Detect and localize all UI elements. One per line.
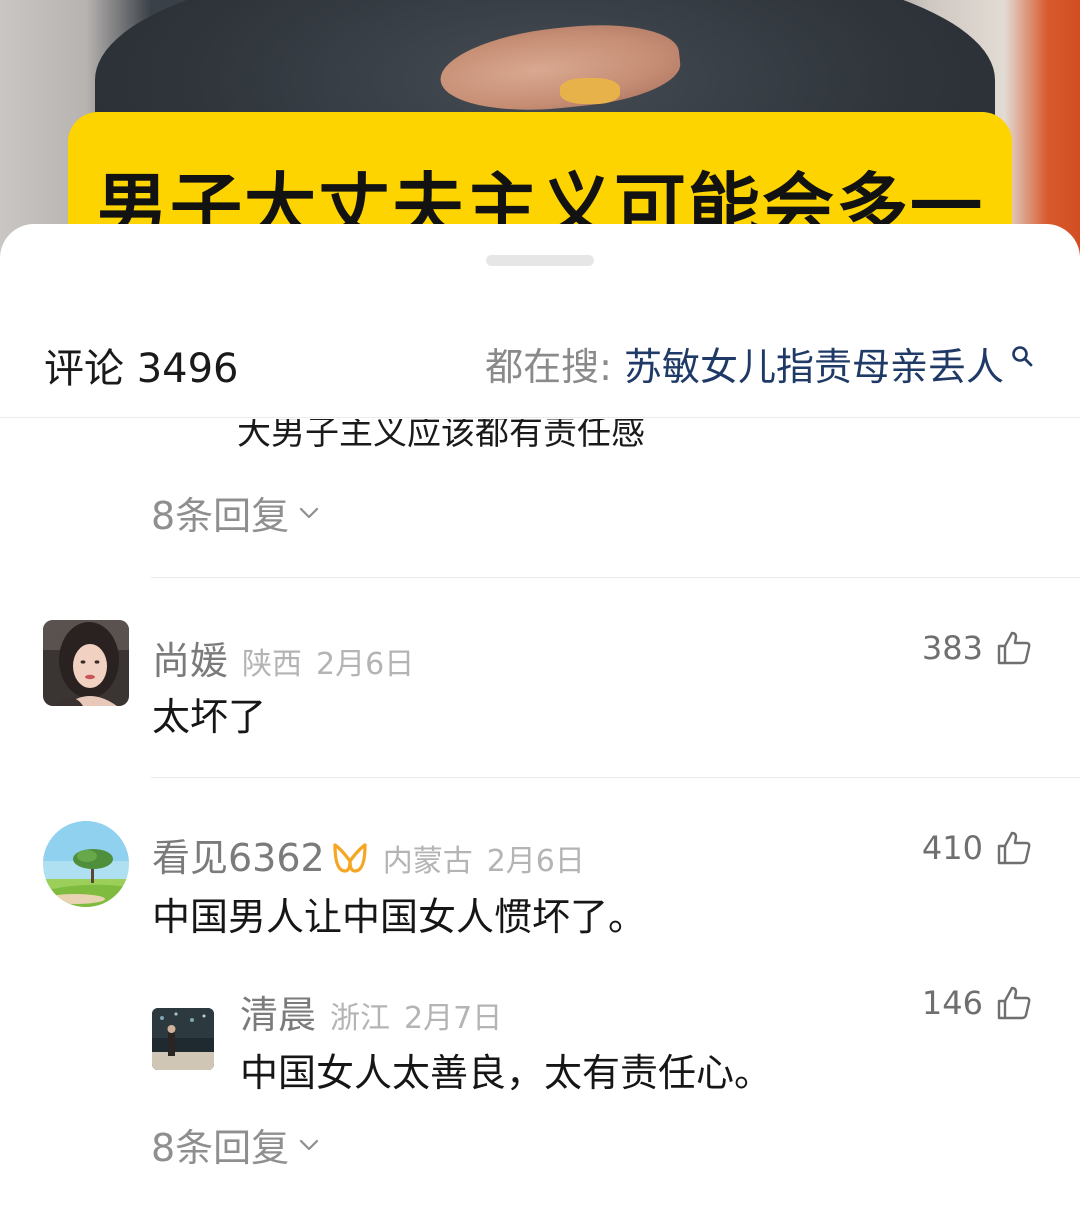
chevron-down-icon bbox=[300, 507, 319, 518]
thumbs-up-icon bbox=[997, 831, 1031, 865]
comment-meta: 尚媛 陕西 2月6日 bbox=[152, 630, 414, 685]
comment-divider bbox=[151, 577, 1080, 578]
replies-label: 8条回复 bbox=[151, 494, 290, 538]
reply-username[interactable]: 清晨 bbox=[240, 984, 316, 1039]
reply-text: 中国女人太善良，太有责任心。 bbox=[240, 1051, 773, 1095]
chevron-down-icon bbox=[300, 1139, 319, 1150]
sheet-drag-handle[interactable] bbox=[486, 255, 594, 266]
search-icon bbox=[1012, 345, 1033, 366]
like-count: 410 bbox=[921, 829, 983, 867]
comment-text: 中国男人让中国女人惯坏了。 bbox=[152, 895, 647, 939]
thumbs-up-icon bbox=[997, 631, 1031, 665]
expand-replies-button[interactable]: 8条回复 bbox=[151, 485, 321, 540]
vip-badge-icon bbox=[333, 843, 367, 873]
avatar[interactable] bbox=[43, 620, 129, 706]
reply-avatar[interactable] bbox=[152, 1008, 214, 1070]
comment-meta: 看见6362 内蒙古 2月6日 bbox=[152, 827, 585, 882]
like-count: 146 bbox=[921, 984, 983, 1022]
thumbs-up-icon bbox=[997, 986, 1031, 1020]
reply-location: 浙江 bbox=[330, 1001, 391, 1036]
comment-location: 内蒙古 bbox=[382, 844, 473, 879]
avatar-image bbox=[152, 1008, 214, 1070]
comment-date: 2月6日 bbox=[486, 844, 585, 879]
comment-divider bbox=[151, 777, 1080, 778]
reply-like-button[interactable]: 146 bbox=[922, 984, 1033, 1022]
like-count: 383 bbox=[921, 629, 983, 667]
avatar-image bbox=[43, 620, 129, 706]
video-background[interactable]: 男子大丈夫主义可能会多一 bbox=[0, 0, 1080, 260]
hot-search-keyword[interactable]: 苏敏女儿指责母亲丢人 bbox=[624, 336, 1004, 391]
video-person-bracelet bbox=[560, 78, 620, 104]
avatar[interactable] bbox=[43, 821, 129, 907]
expand-replies-button[interactable]: 8条回复 bbox=[151, 1117, 321, 1172]
comment-sheet: 评论 3496 都在搜: 苏敏女儿指责母亲丢人 大男子主义应该都有责任感 8条回… bbox=[0, 224, 1080, 1208]
reply-meta: 清晨 浙江 2月7日 bbox=[240, 984, 502, 1039]
like-button[interactable]: 383 bbox=[922, 629, 1033, 667]
hot-search-prefix: 都在搜: bbox=[485, 345, 612, 389]
comment-username[interactable]: 尚媛 bbox=[152, 630, 228, 685]
comment-count-title: 评论 3496 bbox=[44, 346, 239, 392]
comment-location: 陕西 bbox=[242, 647, 303, 682]
like-button[interactable]: 410 bbox=[922, 829, 1033, 867]
comment-text: 太坏了 bbox=[152, 695, 267, 739]
reply-date: 2月7日 bbox=[404, 1001, 503, 1036]
comment-username[interactable]: 看见6362 bbox=[152, 827, 325, 882]
hot-search-link[interactable]: 都在搜: 苏敏女儿指责母亲丢人 bbox=[485, 336, 1034, 391]
comment-date: 2月6日 bbox=[316, 647, 415, 682]
comment-list[interactable]: 大男子主义应该都有责任感 8条回复 尚媛 陕西 2月6日 383 太坏了 看见6… bbox=[0, 419, 1080, 1208]
comment-sheet-header: 评论 3496 都在搜: 苏敏女儿指责母亲丢人 bbox=[0, 320, 1080, 418]
avatar-image bbox=[43, 821, 129, 907]
comment-text: 大男子主义应该都有责任感 bbox=[237, 419, 645, 453]
replies-label: 8条回复 bbox=[151, 1126, 290, 1170]
